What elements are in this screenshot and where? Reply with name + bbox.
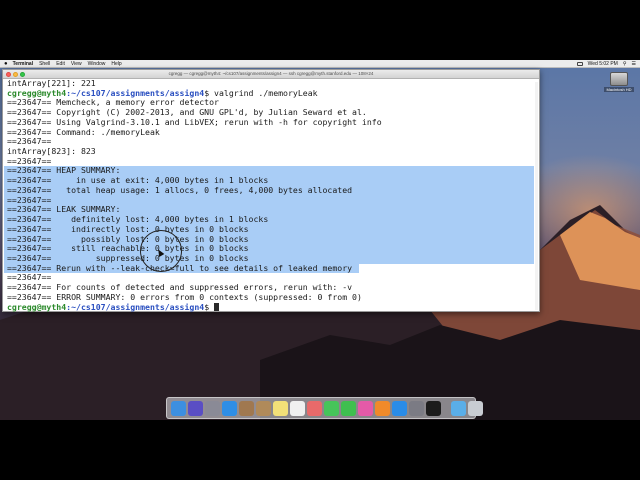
itunes-icon[interactable] [358,400,373,416]
ibooks-icon[interactable] [375,400,390,416]
prompt-symbol: $ [204,301,215,312]
finder-icon[interactable] [171,400,186,416]
menu-shell[interactable]: Shell [39,61,50,67]
system-preferences-icon[interactable] [409,400,424,416]
mail-icon[interactable] [239,400,254,416]
trash-icon[interactable] [468,400,483,416]
menu-bar: ● Terminal Shell Edit View Window Help W… [0,60,640,68]
scrollbar[interactable] [535,82,538,310]
downloads-folder-icon[interactable] [451,400,466,416]
selected-output-line: ==23647== Rerun with --leak-check=full t… [4,263,537,274]
terminal-icon[interactable] [426,400,441,416]
siri-icon[interactable] [188,400,203,416]
desktop: ● Terminal Shell Edit View Window Help W… [0,60,640,420]
dock [166,397,483,419]
window-title: cgregg — cgregg@myth4: ~/cs107/assignmen… [168,71,374,76]
command-text: valgrind ./memoryLeak [214,87,318,98]
menu-view[interactable]: View [71,61,82,67]
macintosh-hd-drive[interactable]: Macintosh HD [604,72,634,92]
safari-icon[interactable] [222,400,237,416]
messages-icon[interactable] [324,400,339,416]
apple-menu-icon[interactable]: ● [4,61,8,67]
output-line: intArray[823]: 823 [7,146,96,157]
letterbox-bottom [0,420,640,480]
contacts-icon[interactable] [256,400,271,416]
spotlight-icon[interactable]: ⚲ [623,61,627,67]
menu-app-name[interactable]: Terminal [13,61,33,67]
notes-icon[interactable] [273,400,288,416]
output-line: ==23647== Command: ./memoryLeak [7,126,160,137]
launchpad-icon[interactable] [205,400,220,416]
menu-edit[interactable]: Edit [56,61,65,67]
menu-window[interactable]: Window [88,61,106,67]
prompt-path: :~/cs107/assignments/assign4 [66,301,205,312]
selected-output-line: ==23647== total heap usage: 1 allocs, 0 … [4,185,537,196]
menu-help[interactable]: Help [111,61,121,67]
text-cursor [214,302,220,311]
facetime-icon[interactable] [341,400,356,416]
terminal-output[interactable]: intArray[221]: 221 cgregg@myth4:~/cs107/… [4,78,537,313]
terminal-window[interactable]: cgregg — cgregg@myth4: ~/cs107/assignmen… [2,69,540,312]
hard-drive-icon[interactable] [610,72,628,86]
status-area: Wed 5:02 PM ⚲ ☰ [576,60,636,68]
battery-icon[interactable] [576,62,583,66]
notification-center-icon[interactable]: ☰ [632,61,636,67]
app-store-icon[interactable] [392,400,407,416]
drive-label: Macintosh HD [604,87,634,92]
letterbox-top [0,0,640,60]
prompt-user: cgregg@myth4 [7,301,67,312]
menu-clock[interactable]: Wed 5:02 PM [588,61,618,67]
prompt-line: cgregg@myth4:~/cs107/assignments/assign4… [7,301,537,313]
reminders-icon[interactable] [290,400,305,416]
photos-icon[interactable] [307,400,322,416]
